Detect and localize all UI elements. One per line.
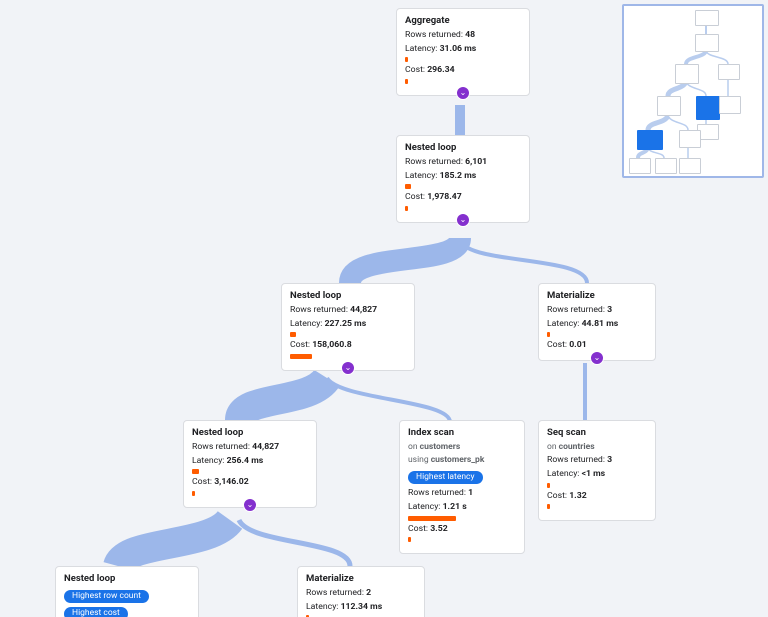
minimap[interactable] xyxy=(622,4,764,178)
node-title: Materialize xyxy=(547,290,647,303)
node-nested-loop-1[interactable]: Nested loop Rows returned: 6,101 Latency… xyxy=(396,135,530,223)
node-title: Aggregate xyxy=(405,15,521,28)
node-title: Nested loop xyxy=(405,142,521,155)
node-nested-loop-4[interactable]: Nested loop Highest row count Highest co… xyxy=(55,566,199,617)
expand-toggle[interactable]: ⌄ xyxy=(243,498,257,512)
cost-line: Cost: 296.34 xyxy=(405,65,521,77)
node-aggregate[interactable]: Aggregate Rows returned: 48 Latency: 31.… xyxy=(396,8,530,96)
latency-bar xyxy=(405,57,408,62)
node-materialize-1[interactable]: Materialize Rows returned: 3 Latency: 44… xyxy=(538,283,656,361)
cost-bar xyxy=(405,79,408,84)
node-seq-scan[interactable]: Seq scan on countries Rows returned: 3 L… xyxy=(538,420,656,521)
node-materialize-2[interactable]: Materialize Rows returned: 2 Latency: 11… xyxy=(297,566,425,617)
minimap-edges xyxy=(624,6,762,176)
node-title: Seq scan xyxy=(547,427,647,440)
node-title: Nested loop xyxy=(64,573,190,586)
node-title: Index scan xyxy=(408,427,516,440)
expand-toggle[interactable]: ⌄ xyxy=(456,86,470,100)
badge-highest-cost: Highest cost xyxy=(64,607,128,617)
rows-line: Rows returned: 48 xyxy=(405,30,521,42)
expand-toggle[interactable]: ⌄ xyxy=(341,361,355,375)
query-plan-canvas[interactable]: Aggregate Rows returned: 48 Latency: 31.… xyxy=(0,0,768,617)
node-nested-loop-2[interactable]: Nested loop Rows returned: 44,827 Latenc… xyxy=(281,283,415,371)
expand-toggle[interactable]: ⌄ xyxy=(590,351,604,365)
node-title: Nested loop xyxy=(192,427,308,440)
node-title: Materialize xyxy=(306,573,416,586)
node-nested-loop-3[interactable]: Nested loop Rows returned: 44,827 Latenc… xyxy=(183,420,317,508)
node-title: Nested loop xyxy=(290,290,406,303)
node-index-scan[interactable]: Index scan on customers using customers_… xyxy=(399,420,525,554)
expand-toggle[interactable]: ⌄ xyxy=(456,213,470,227)
latency-line: Latency: 31.06 ms xyxy=(405,44,521,56)
badge-highest-latency: Highest latency xyxy=(408,471,483,484)
badge-highest-row-count: Highest row count xyxy=(64,590,149,603)
